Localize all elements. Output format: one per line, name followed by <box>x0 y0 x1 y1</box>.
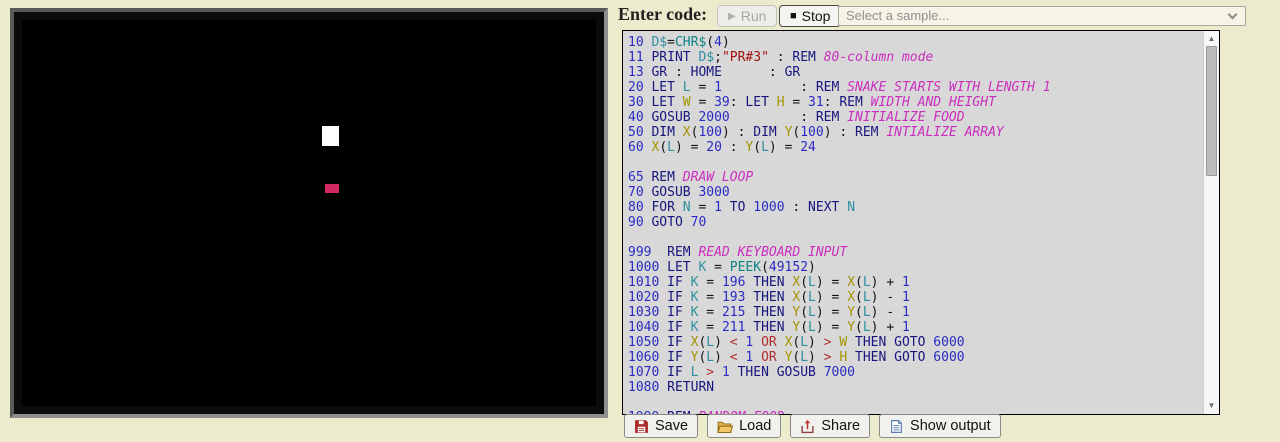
scroll-down-icon[interactable]: ▼ <box>1204 399 1219 413</box>
stop-icon: ■ <box>790 10 797 22</box>
code-line: 50 DIM X(100) : DIM Y(100) : REM INTIALI… <box>628 125 1203 140</box>
code-line <box>628 230 1203 245</box>
folder-icon <box>717 419 733 434</box>
code-lines[interactable]: 10 D$=CHR$(4)11 PRINT D$;"PR#3" : REM 80… <box>623 31 1203 414</box>
save-button-label: Save <box>655 418 688 434</box>
code-editor[interactable]: 10 D$=CHR$(4)11 PRINT D$;"PR#3" : REM 80… <box>622 30 1220 415</box>
load-button[interactable]: Load <box>707 414 781 438</box>
code-line: 13 GR : HOME : GR <box>628 65 1203 80</box>
load-button-label: Load <box>739 418 771 434</box>
play-icon: ▶ <box>728 11 736 22</box>
code-line: 1060 IF Y(L) < 1 OR Y(L) > H THEN GOTO 6… <box>628 350 1203 365</box>
code-line: 70 GOSUB 3000 <box>628 185 1203 200</box>
stop-button-label: Stop <box>802 8 831 24</box>
code-line <box>628 395 1203 410</box>
code-line: 1040 IF K = 211 THEN Y(L) = Y(L) + 1 <box>628 320 1203 335</box>
code-line <box>628 155 1203 170</box>
code-line: 999 REM READ KEYBOARD INPUT <box>628 245 1203 260</box>
food-cell <box>325 184 339 193</box>
enter-code-label: Enter code: <box>618 4 707 25</box>
emulator-screen[interactable] <box>22 20 596 406</box>
toolbar: Enter code: ▶ Run ■ Stop Select a sample… <box>612 0 1280 30</box>
scrollbar-thumb[interactable] <box>1206 46 1217 176</box>
code-line: 1050 IF X(L) < 1 OR X(L) > W THEN GOTO 6… <box>628 335 1203 350</box>
run-button[interactable]: ▶ Run <box>717 5 777 27</box>
floppy-icon <box>634 419 649 434</box>
code-line: 30 LET W = 39: LET H = 31: REM WIDTH AND… <box>628 95 1203 110</box>
snake-cell <box>322 126 339 146</box>
emulator-monitor <box>10 8 608 418</box>
code-line: 10 D$=CHR$(4) <box>628 35 1203 50</box>
stop-button[interactable]: ■ Stop <box>779 5 841 27</box>
run-button-label: Run <box>741 8 767 24</box>
scroll-up-icon[interactable]: ▲ <box>1204 32 1219 46</box>
chevron-down-icon <box>1228 10 1238 20</box>
save-button[interactable]: Save <box>624 414 698 438</box>
code-line: 20 LET L = 1 : REM SNAKE STARTS WITH LEN… <box>628 80 1203 95</box>
editor-scrollbar[interactable]: ▲ ▼ <box>1203 31 1219 414</box>
sample-select-placeholder: Select a sample... <box>846 8 949 23</box>
code-line: 60 X(L) = 20 : Y(L) = 24 <box>628 140 1203 155</box>
code-line: 65 REM DRAW LOOP <box>628 170 1203 185</box>
code-line: 80 FOR N = 1 TO 1000 : NEXT N <box>628 200 1203 215</box>
code-line: 1030 IF K = 215 THEN Y(L) = Y(L) - 1 <box>628 305 1203 320</box>
code-line: 1010 IF K = 196 THEN X(L) = X(L) + 1 <box>628 275 1203 290</box>
document-icon <box>889 419 904 434</box>
code-line: 40 GOSUB 2000 : REM INITIALIZE FOOD <box>628 110 1203 125</box>
code-line: 11 PRINT D$;"PR#3" : REM 80-column mode <box>628 50 1203 65</box>
share-icon <box>800 419 815 434</box>
action-bar: Save Load Share <box>624 414 1001 438</box>
share-button-label: Share <box>821 418 860 434</box>
code-line: 1080 RETURN <box>628 380 1203 395</box>
code-line: 90 GOTO 70 <box>628 215 1203 230</box>
code-line: 1020 IF K = 193 THEN X(L) = X(L) - 1 <box>628 290 1203 305</box>
show-output-button[interactable]: Show output <box>879 414 1001 438</box>
sample-select[interactable]: Select a sample... <box>838 6 1246 26</box>
code-line: 1000 LET K = PEEK(49152) <box>628 260 1203 275</box>
code-line: 1070 IF L > 1 THEN GOSUB 7000 <box>628 365 1203 380</box>
show-output-button-label: Show output <box>910 418 991 434</box>
share-button[interactable]: Share <box>790 414 870 438</box>
